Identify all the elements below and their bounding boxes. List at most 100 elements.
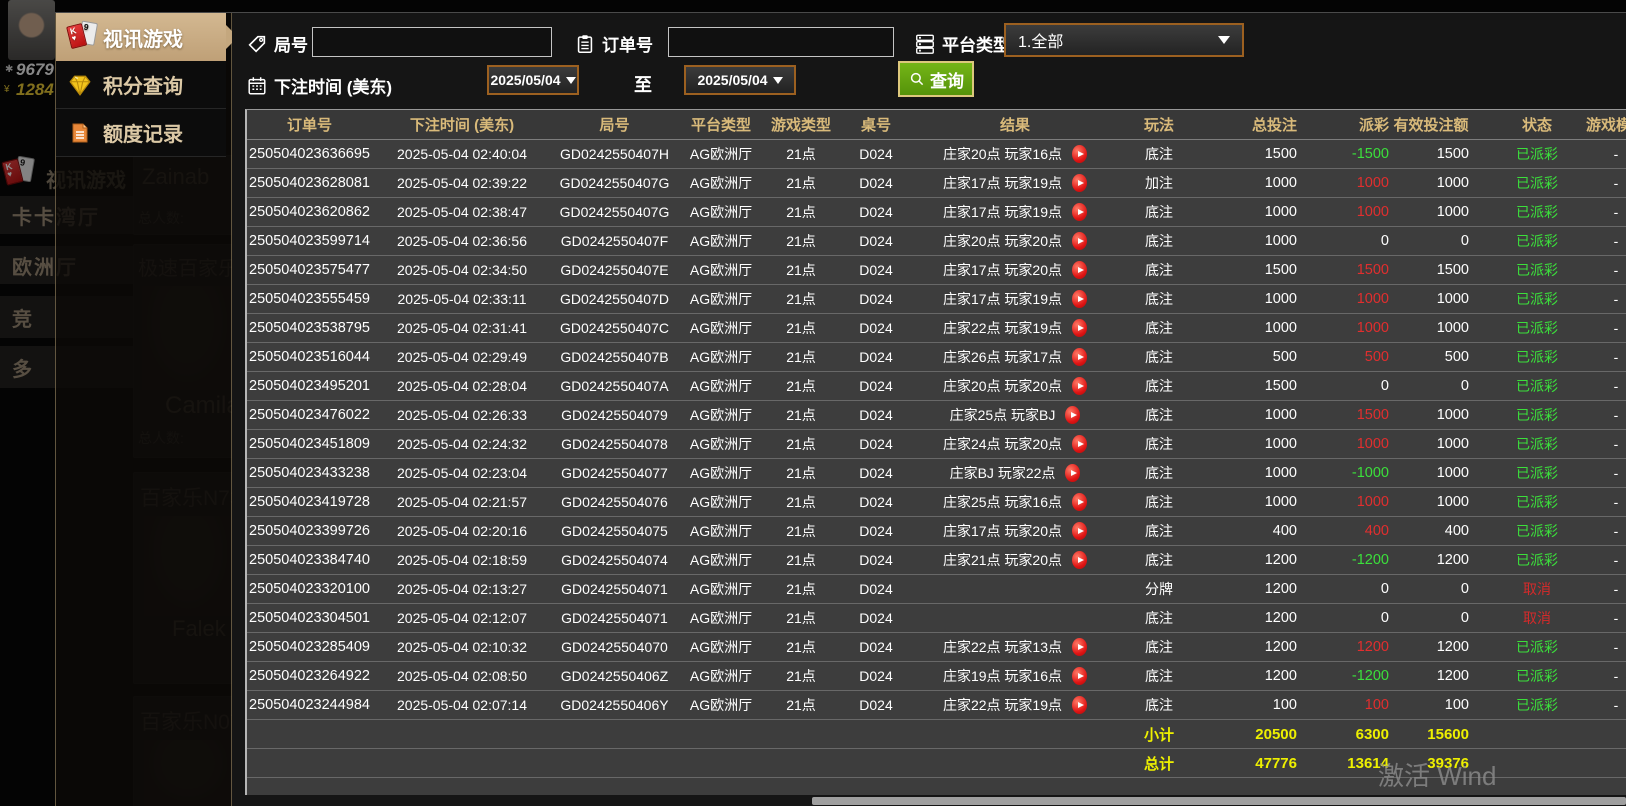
cell-game_mode: - <box>1613 378 1619 394</box>
cell-play_type: 底注 <box>1145 291 1173 307</box>
cell-table_no: D024 <box>859 436 893 452</box>
replay-video-button[interactable] <box>1072 551 1088 569</box>
cell-order_no: 250504023419728 <box>249 494 370 510</box>
cell-bet_time: 2025-05-04 02:39:22 <box>397 175 527 191</box>
sidebar-item-video-games[interactable]: 9 K ♥ 视讯游戏 <box>56 13 238 61</box>
cell-table_no: D024 <box>859 639 893 655</box>
cell-payout: 1000 <box>1356 175 1389 191</box>
table-row: 250504023419728 2025-05-04 02:21:57 GD0242… <box>247 488 1626 517</box>
round-number-label-group: 局号 <box>246 31 308 56</box>
replay-video-button[interactable] <box>1072 638 1088 656</box>
cell-payout: 100 <box>1364 697 1389 713</box>
cell-play_type: 底注 <box>1145 639 1173 655</box>
sidebar-item-quota-records[interactable]: 额度记录 <box>56 109 226 157</box>
replay-video-button[interactable] <box>1072 290 1088 308</box>
platform-type-label: 平台类型 <box>942 36 1010 55</box>
replay-video-button[interactable] <box>1072 203 1088 221</box>
round-number-input[interactable] <box>312 27 552 57</box>
order-number-input[interactable] <box>668 27 894 57</box>
cell-table_no: D024 <box>859 291 893 307</box>
cell-game_mode: - <box>1613 146 1619 162</box>
round-number-label: 局号 <box>274 36 308 55</box>
replay-video-button[interactable] <box>1065 464 1081 482</box>
replay-video-button[interactable] <box>1072 319 1088 337</box>
cell-result: 庄家24点 玩家20点 <box>915 434 1115 454</box>
horizontal-scrollbar-thumb[interactable] <box>812 797 1626 805</box>
cell-valid_bet: 0 <box>1460 581 1469 597</box>
date-from-picker[interactable]: 2025/05/04 <box>487 65 579 95</box>
cell-round_no: GD02425504079 <box>561 407 668 423</box>
table-row: 250504023636695 2025-05-04 02:40:04 GD0242… <box>247 140 1626 169</box>
cell-play_type: 底注 <box>1145 262 1173 278</box>
cell-game_mode: - <box>1613 204 1619 220</box>
cell-table_no: D024 <box>859 204 893 220</box>
cell-payout: 1000 <box>1356 291 1389 307</box>
date-to-value: 2025/05/04 <box>697 72 768 88</box>
star-icon: ✱ <box>5 64 14 75</box>
table-row: 250504023244984 2025-05-04 02:07:14 GD0242… <box>247 691 1626 720</box>
replay-video-button[interactable] <box>1065 406 1081 424</box>
cell-order_no: 250504023304501 <box>249 610 370 626</box>
cell-round_no: GD0242550407A <box>560 378 669 394</box>
replay-video-button[interactable] <box>1072 696 1088 714</box>
chevron-down-icon <box>772 76 783 84</box>
cell-round_no: GD02425504076 <box>561 494 668 510</box>
cell-result: 庄家20点 玩家20点 <box>915 231 1115 251</box>
cell-payout: 1500 <box>1356 407 1389 423</box>
platform-type-select[interactable]: 1.全部 <box>1004 23 1244 57</box>
cell-result: 庄家19点 玩家16点 <box>915 666 1115 686</box>
replay-video-button[interactable] <box>1072 522 1088 540</box>
cell-play_type: 底注 <box>1145 378 1173 394</box>
search-button[interactable]: 查询 <box>898 61 974 97</box>
cell-table_no: D024 <box>859 552 893 568</box>
cell-bet_time: 2025-05-04 02:40:04 <box>397 146 527 162</box>
cell-valid_bet: 1000 <box>1436 320 1469 336</box>
cell-valid_bet: 1000 <box>1436 291 1469 307</box>
cell-bet_time: 2025-05-04 02:18:59 <box>397 552 527 568</box>
cell-valid_bet: 1200 <box>1436 639 1469 655</box>
table-row: 250504023495201 2025-05-04 02:28:04 GD0242… <box>247 372 1626 401</box>
replay-video-button[interactable] <box>1072 493 1088 511</box>
replay-video-button[interactable] <box>1072 232 1088 250</box>
result-text: 庄家25点 玩家16点 <box>942 494 1063 510</box>
cell-table_no: D024 <box>859 407 893 423</box>
sidebar-item-label: 额度记录 <box>103 124 183 146</box>
cell-order_no: 250504023451809 <box>249 436 370 452</box>
date-to-picker[interactable]: 2025/05/04 <box>684 65 796 95</box>
replay-video-button[interactable] <box>1072 145 1088 163</box>
replay-video-button[interactable] <box>1072 377 1088 395</box>
table-row: 250504023555459 2025-05-04 02:33:11 GD0242… <box>247 285 1626 314</box>
sidebar-item-points-query[interactable]: 积分查询 <box>56 61 226 109</box>
cell-game_type: 21点 <box>786 465 816 481</box>
replay-video-button[interactable] <box>1072 261 1088 279</box>
replay-video-button[interactable] <box>1072 348 1088 366</box>
cell-platform: AG欧洲厅 <box>689 233 753 249</box>
cell-game_mode: - <box>1613 697 1619 713</box>
cell-platform: AG欧洲厅 <box>689 697 753 713</box>
cell-game_mode: - <box>1613 175 1619 191</box>
replay-video-button[interactable] <box>1072 667 1088 685</box>
replay-video-button[interactable] <box>1072 435 1088 453</box>
cell-valid_bet: 1000 <box>1436 465 1469 481</box>
cell-table_no: D024 <box>859 494 893 510</box>
cell-total_bet: 1200 <box>1264 639 1297 655</box>
cell-order_no: 250504023264922 <box>249 668 370 684</box>
replay-video-button[interactable] <box>1072 174 1088 192</box>
cell-result: 庄家20点 玩家20点 <box>915 376 1115 396</box>
cell-platform: AG欧洲厅 <box>689 175 753 191</box>
cell-total_bet: 20500 <box>1255 725 1297 743</box>
cell-status: 取消 <box>1523 610 1551 626</box>
cell-bet_time: 2025-05-04 02:29:49 <box>397 349 527 365</box>
cell-round_no: GD0242550406Y <box>560 697 669 713</box>
table-row: 250504023304501 2025-05-04 02:12:07 GD0242… <box>247 604 1626 633</box>
cell-total_bet: 1000 <box>1264 175 1297 191</box>
cell-valid_bet: 1000 <box>1436 407 1469 423</box>
cell-game_type: 21点 <box>786 697 816 713</box>
cell-platform: AG欧洲厅 <box>689 494 753 510</box>
cell-payout: 1000 <box>1356 436 1389 452</box>
cell-valid_bet: 1500 <box>1436 262 1469 278</box>
cell-valid_bet: 1000 <box>1436 204 1469 220</box>
cell-status: 已派彩 <box>1516 523 1558 539</box>
cell-valid_bet: 1500 <box>1436 146 1469 162</box>
result-text: 庄家17点 玩家19点 <box>942 204 1063 220</box>
